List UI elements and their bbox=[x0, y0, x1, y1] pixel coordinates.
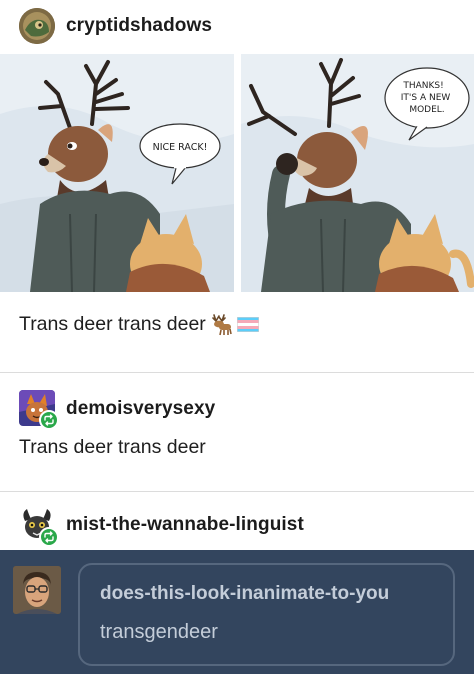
reblog-icon bbox=[39, 527, 59, 547]
reply-text: transgendeer bbox=[100, 621, 218, 643]
reply-section: does-this-look-inanimate-to-you transgen… bbox=[0, 550, 474, 674]
author-username[interactable]: cryptidshadows bbox=[66, 15, 212, 37]
post-caption: Trans deer trans deer bbox=[19, 312, 206, 335]
deer-emoji-icon bbox=[208, 312, 234, 336]
reblog-icon bbox=[39, 410, 59, 430]
panel2-bubble-line-1: THANKS! bbox=[402, 81, 443, 91]
divider bbox=[0, 372, 474, 373]
trans-flag-icon bbox=[236, 316, 259, 332]
panel2-bubble-line-3: MODEL. bbox=[409, 105, 444, 115]
post-caption-row: Trans deer trans deer bbox=[19, 312, 259, 336]
comic-image: NICE RACK! THANKS! IT'S A NEW MODEL. bbox=[0, 54, 474, 294]
divider bbox=[0, 491, 474, 492]
author-avatar[interactable] bbox=[19, 8, 55, 44]
reply-avatar[interactable] bbox=[13, 566, 61, 614]
reply-username[interactable]: does-this-look-inanimate-to-you bbox=[100, 583, 389, 605]
reblog-text: Trans deer trans deer bbox=[19, 436, 206, 458]
comic-panel-1: NICE RACK! bbox=[0, 54, 234, 292]
reblog-username[interactable]: mist-the-wannabe-linguist bbox=[66, 514, 304, 536]
reblog-username[interactable]: demoisverysexy bbox=[66, 398, 215, 420]
post-header: cryptidshadows bbox=[0, 0, 474, 54]
reply-message: does-this-look-inanimate-to-you transgen… bbox=[78, 563, 455, 666]
comic-panel-2: THANKS! IT'S A NEW MODEL. bbox=[241, 54, 474, 292]
panel1-bubble-text: NICE RACK! bbox=[153, 142, 208, 153]
panel2-bubble-line-2: IT'S A NEW bbox=[401, 93, 451, 103]
